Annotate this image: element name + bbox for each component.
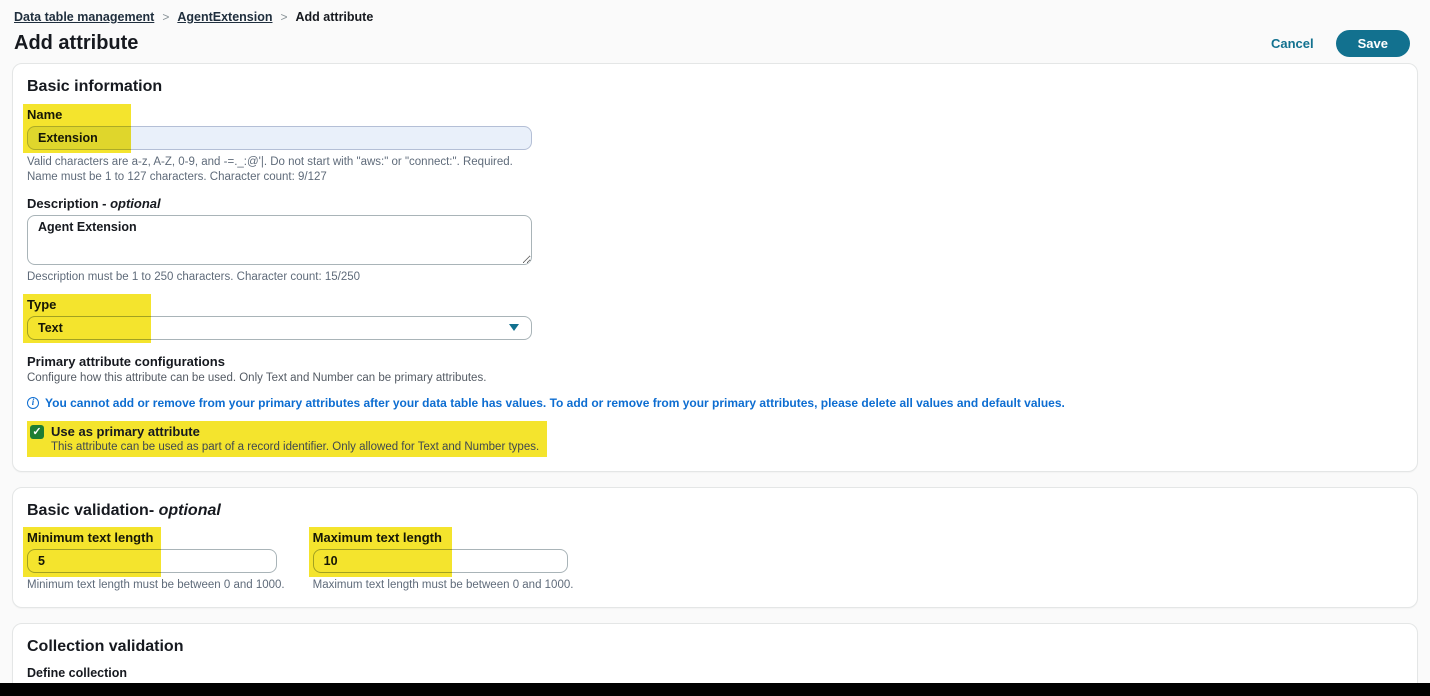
use-as-primary-label: Use as primary attribute — [51, 424, 200, 439]
breadcrumb-current: Add attribute — [296, 10, 374, 24]
define-collection-label: Define collection — [27, 666, 1403, 680]
basic-validation-optional-text: optional — [159, 502, 221, 519]
type-field-group: Type Text — [27, 297, 532, 340]
description-optional-text: optional — [110, 196, 161, 211]
type-select[interactable]: Text — [27, 316, 532, 340]
breadcrumb-separator: > — [162, 10, 169, 24]
basic-validation-heading-text: Basic validation- — [27, 502, 159, 519]
max-length-label: Maximum text length — [313, 530, 574, 545]
name-help-text: Valid characters are a-z, A-Z, 0-9, and … — [27, 155, 535, 185]
cancel-button[interactable]: Cancel — [1271, 36, 1314, 51]
use-as-primary-subtext: This attribute can be used as part of a … — [51, 441, 539, 453]
primary-configurations-subtext: Configure how this attribute can be used… — [27, 372, 1403, 384]
description-label: Description - optional — [27, 196, 535, 211]
max-text-length-group: Maximum text length Maximum text length … — [313, 530, 574, 593]
save-button[interactable]: Save — [1336, 30, 1410, 57]
description-field-group: Description - optional Agent Extension D… — [27, 196, 535, 285]
description-textarea[interactable]: Agent Extension — [27, 215, 532, 265]
min-length-input[interactable] — [27, 549, 277, 573]
min-text-length-group: Minimum text length Minimum text length … — [27, 530, 285, 593]
breadcrumb-separator: > — [281, 10, 288, 24]
name-label: Name — [27, 107, 535, 122]
chevron-down-icon — [509, 324, 519, 331]
primary-attribute-checkbox-block: ✓ Use as primary attribute This attribut… — [27, 421, 547, 457]
breadcrumb-link-agent-extension[interactable]: AgentExtension — [177, 10, 272, 24]
min-length-help-text: Minimum text length must be between 0 an… — [27, 578, 285, 593]
max-length-help-text: Maximum text length must be between 0 an… — [313, 578, 574, 593]
name-input[interactable] — [27, 126, 532, 150]
primary-configurations-heading: Primary attribute configurations — [27, 354, 1403, 369]
breadcrumb: Data table management > AgentExtension >… — [14, 10, 1414, 24]
basic-information-card: Basic information Name Valid characters … — [12, 63, 1418, 472]
info-icon: i — [27, 397, 39, 409]
min-length-label: Minimum text length — [27, 530, 285, 545]
description-help-text: Description must be 1 to 250 characters.… — [27, 270, 535, 285]
basic-validation-heading: Basic validation- optional — [27, 502, 1403, 520]
bottom-black-bar — [0, 683, 1430, 696]
type-label: Type — [27, 297, 532, 312]
use-as-primary-checkbox[interactable]: ✓ — [30, 425, 44, 439]
max-length-input[interactable] — [313, 549, 568, 573]
page-title: Add attribute — [14, 32, 138, 55]
basic-validation-card: Basic validation- optional Minimum text … — [12, 487, 1418, 608]
primary-info-text: You cannot add or remove from your prima… — [45, 396, 1065, 412]
description-label-text: Description - — [27, 196, 110, 211]
collection-validation-heading: Collection validation — [27, 638, 1403, 656]
basic-information-heading: Basic information — [27, 78, 1403, 96]
breadcrumb-link-data-table-management[interactable]: Data table management — [14, 10, 154, 24]
primary-info-message: i You cannot add or remove from your pri… — [27, 396, 1403, 412]
name-field-group: Name Valid characters are a-z, A-Z, 0-9,… — [27, 107, 535, 185]
page-header: Data table management > AgentExtension >… — [0, 0, 1430, 63]
type-select-value: Text — [38, 321, 63, 335]
